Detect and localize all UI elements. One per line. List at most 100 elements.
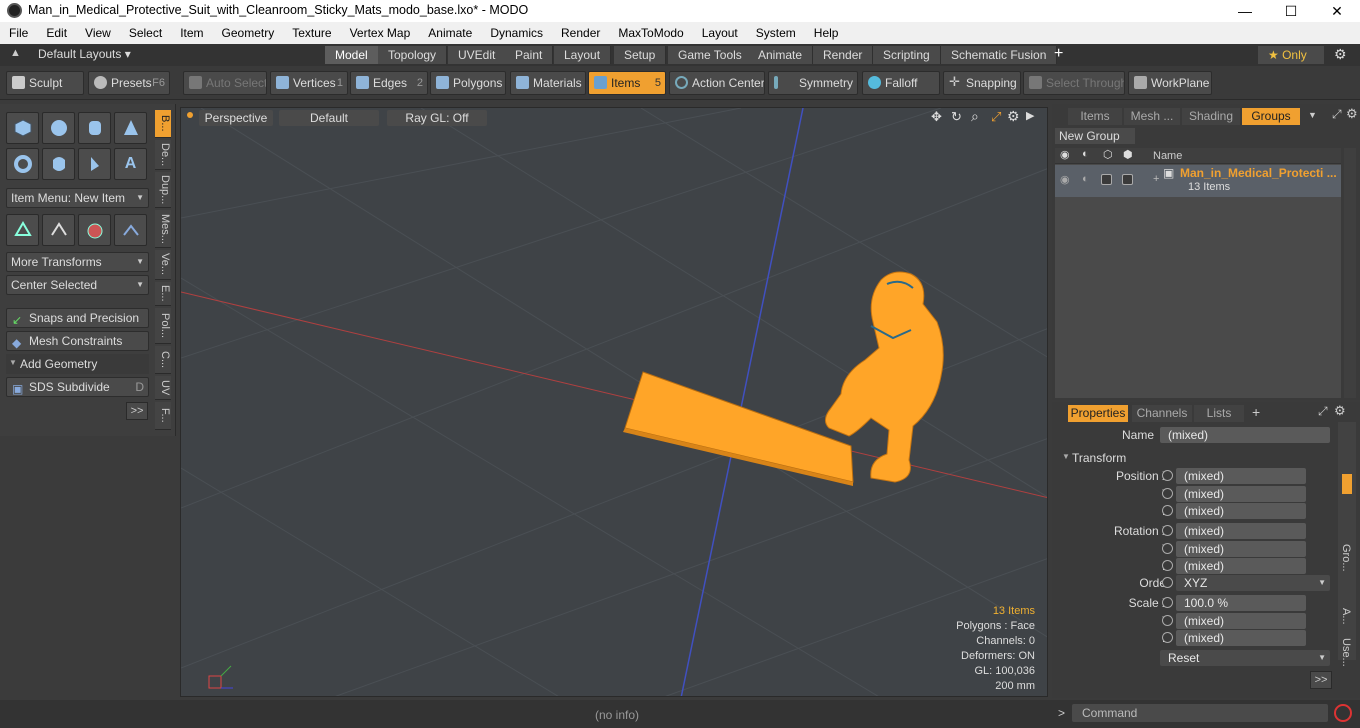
new-group-button[interactable]: New Group [1055, 128, 1135, 144]
vtab-mesh-edit[interactable]: Mes... [155, 210, 171, 248]
rotation-x-anim-icon[interactable] [1162, 525, 1173, 536]
tab-scripting[interactable]: Scripting [873, 46, 941, 64]
properties-expand-icon[interactable]: ⤢ [1318, 404, 1328, 419]
properties-settings-gear-icon[interactable]: ⚙ [1334, 403, 1346, 419]
position-x-field[interactable]: (mixed) [1176, 468, 1306, 484]
items-button[interactable]: Items 5 [588, 71, 666, 95]
ray-gl-toggle[interactable]: Ray GL: Off [387, 110, 487, 126]
position-z-anim-icon[interactable] [1162, 505, 1173, 516]
order-dropdown[interactable]: XYZ [1176, 575, 1330, 591]
tab-model[interactable]: Model [325, 46, 379, 64]
snapping-button[interactable]: ✛ Snapping [943, 71, 1021, 95]
cylinder-icon[interactable] [78, 112, 111, 144]
center-selected-dropdown[interactable]: Center Selected [6, 275, 149, 295]
menu-maxtomodo[interactable]: MaxToModo [609, 26, 692, 40]
expand-plus-icon[interactable]: + [1153, 173, 1159, 185]
vtab-vertex[interactable]: Ve... [155, 250, 171, 280]
cube-icon[interactable] [6, 112, 39, 144]
render-icon[interactable]: ◐ [1082, 148, 1089, 160]
menu-item[interactable]: Item [171, 26, 212, 40]
sds-subdivide-button[interactable]: ▣ SDS Subdivide D [6, 377, 149, 397]
properties-more-button[interactable]: >> [1310, 671, 1332, 689]
row-visibility-eye-icon[interactable]: ◉ [1060, 173, 1070, 186]
side-tab-active[interactable] [1342, 474, 1352, 494]
light-icon[interactable] [78, 148, 111, 180]
action-center-button[interactable]: Action Center [669, 71, 765, 95]
zoom-icon[interactable]: ⌕ [971, 108, 979, 125]
menu-system[interactable]: System [747, 26, 805, 40]
item-menu-dropdown[interactable]: Item Menu: New Item [6, 188, 149, 208]
groups-scrollbar[interactable] [1344, 148, 1356, 398]
only-toggle[interactable]: ★ Only [1258, 46, 1324, 64]
menu-help[interactable]: Help [805, 26, 848, 40]
groups-menu-arrow-icon[interactable]: ▼ [1308, 110, 1317, 120]
menu-layout[interactable]: Layout [693, 26, 747, 40]
scale-y-field[interactable]: (mixed) [1176, 613, 1306, 629]
text-tool-icon[interactable]: A [114, 148, 147, 180]
menu-select[interactable]: Select [120, 26, 171, 40]
scale-x-field[interactable]: 100.0 % [1176, 595, 1306, 611]
tab-mesh[interactable]: Mesh ... [1124, 108, 1180, 125]
vtab-polygon[interactable]: Pol... [155, 308, 171, 344]
position-x-anim-icon[interactable] [1162, 470, 1173, 481]
command-record-icon[interactable] [1334, 704, 1352, 722]
tab-schematic-fusion[interactable]: Schematic Fusion [941, 46, 1058, 64]
viewport-expand-arrow-icon[interactable]: ▶ [1026, 109, 1034, 122]
row-select-checkbox[interactable] [1122, 174, 1133, 185]
command-input[interactable]: Command [1072, 704, 1328, 722]
viewport-menu-icon[interactable] [187, 112, 193, 118]
tab-paint[interactable]: Paint [505, 46, 554, 64]
menu-render[interactable]: Render [552, 26, 609, 40]
groups-settings-gear-icon[interactable]: ⚙ [1346, 106, 1358, 122]
menu-view[interactable]: View [76, 26, 120, 40]
materials-button[interactable]: Materials [510, 71, 586, 95]
3d-viewport[interactable]: Perspective Default Ray GL: Off ✥ ↻ ⌕ ⤢ … [180, 107, 1048, 697]
perspective-dropdown[interactable]: Perspective [199, 110, 273, 126]
settings-gear-icon[interactable]: ⚙ [1334, 46, 1347, 63]
side-tab-user[interactable]: Use... [1340, 638, 1352, 667]
tab-items[interactable]: Items [1068, 108, 1122, 125]
menu-file[interactable]: File [0, 26, 37, 40]
move-tool-icon[interactable] [6, 214, 39, 246]
torus-icon[interactable] [6, 148, 39, 180]
transform-tool-icon[interactable] [114, 214, 147, 246]
menu-texture[interactable]: Texture [283, 26, 340, 40]
menu-vertex-map[interactable]: Vertex Map [341, 26, 420, 40]
rotation-x-field[interactable]: (mixed) [1176, 523, 1306, 539]
tab-animate[interactable]: Animate [748, 46, 814, 64]
vtab-basic[interactable]: B... [155, 110, 171, 138]
group-row[interactable]: ◉ ◐ + ▣ Man_in_Medical_Protecti ... 13 I… [1055, 165, 1341, 197]
visibility-eye-icon[interactable]: ◉ [1060, 148, 1070, 161]
vtab-curve[interactable]: C... [155, 346, 171, 374]
workplane-button[interactable]: WorkPlane [1128, 71, 1212, 95]
default-layouts-dropdown[interactable]: Default Layouts ▾ [38, 47, 131, 61]
mesh-constraints-button[interactable]: ◆ Mesh Constraints [6, 331, 149, 351]
position-y-anim-icon[interactable] [1162, 488, 1173, 499]
sticky-mat-mesh[interactable] [623, 371, 854, 486]
edges-button[interactable]: Edges 2 [350, 71, 428, 95]
name-field[interactable]: (mixed) [1160, 427, 1330, 443]
transform-section[interactable]: Transform [1062, 451, 1336, 465]
tab-groups[interactable]: Groups [1242, 108, 1300, 125]
vtab-uv[interactable]: UV [155, 376, 171, 400]
position-y-field[interactable]: (mixed) [1176, 486, 1306, 502]
rotation-y-field[interactable]: (mixed) [1176, 541, 1306, 557]
sculpt-button[interactable]: Sculpt [6, 71, 84, 95]
symmetry-button[interactable]: Symmetry [768, 71, 858, 95]
lock-icon[interactable]: ⬡ [1103, 148, 1113, 161]
rotation-y-anim-icon[interactable] [1162, 543, 1173, 554]
tab-game-tools[interactable]: Game Tools [668, 46, 753, 64]
tab-setup[interactable]: Setup [614, 46, 667, 64]
polygons-button[interactable]: Polygons [430, 71, 506, 95]
auto-select-button[interactable]: Auto Select [183, 71, 267, 95]
falloff-button[interactable]: Falloff [862, 71, 940, 95]
close-button[interactable]: ✕ [1314, 0, 1360, 22]
menu-dynamics[interactable]: Dynamics [481, 26, 552, 40]
scale-z-field[interactable]: (mixed) [1176, 630, 1306, 646]
vtab-fusion[interactable]: F... [155, 402, 171, 430]
rotate-tool-icon[interactable] [42, 214, 75, 246]
scale-z-anim-icon[interactable] [1162, 632, 1173, 643]
more-transforms-dropdown[interactable]: More Transforms [6, 252, 149, 272]
sphere-icon[interactable] [42, 112, 75, 144]
side-tab-a[interactable]: A... [1340, 608, 1352, 625]
